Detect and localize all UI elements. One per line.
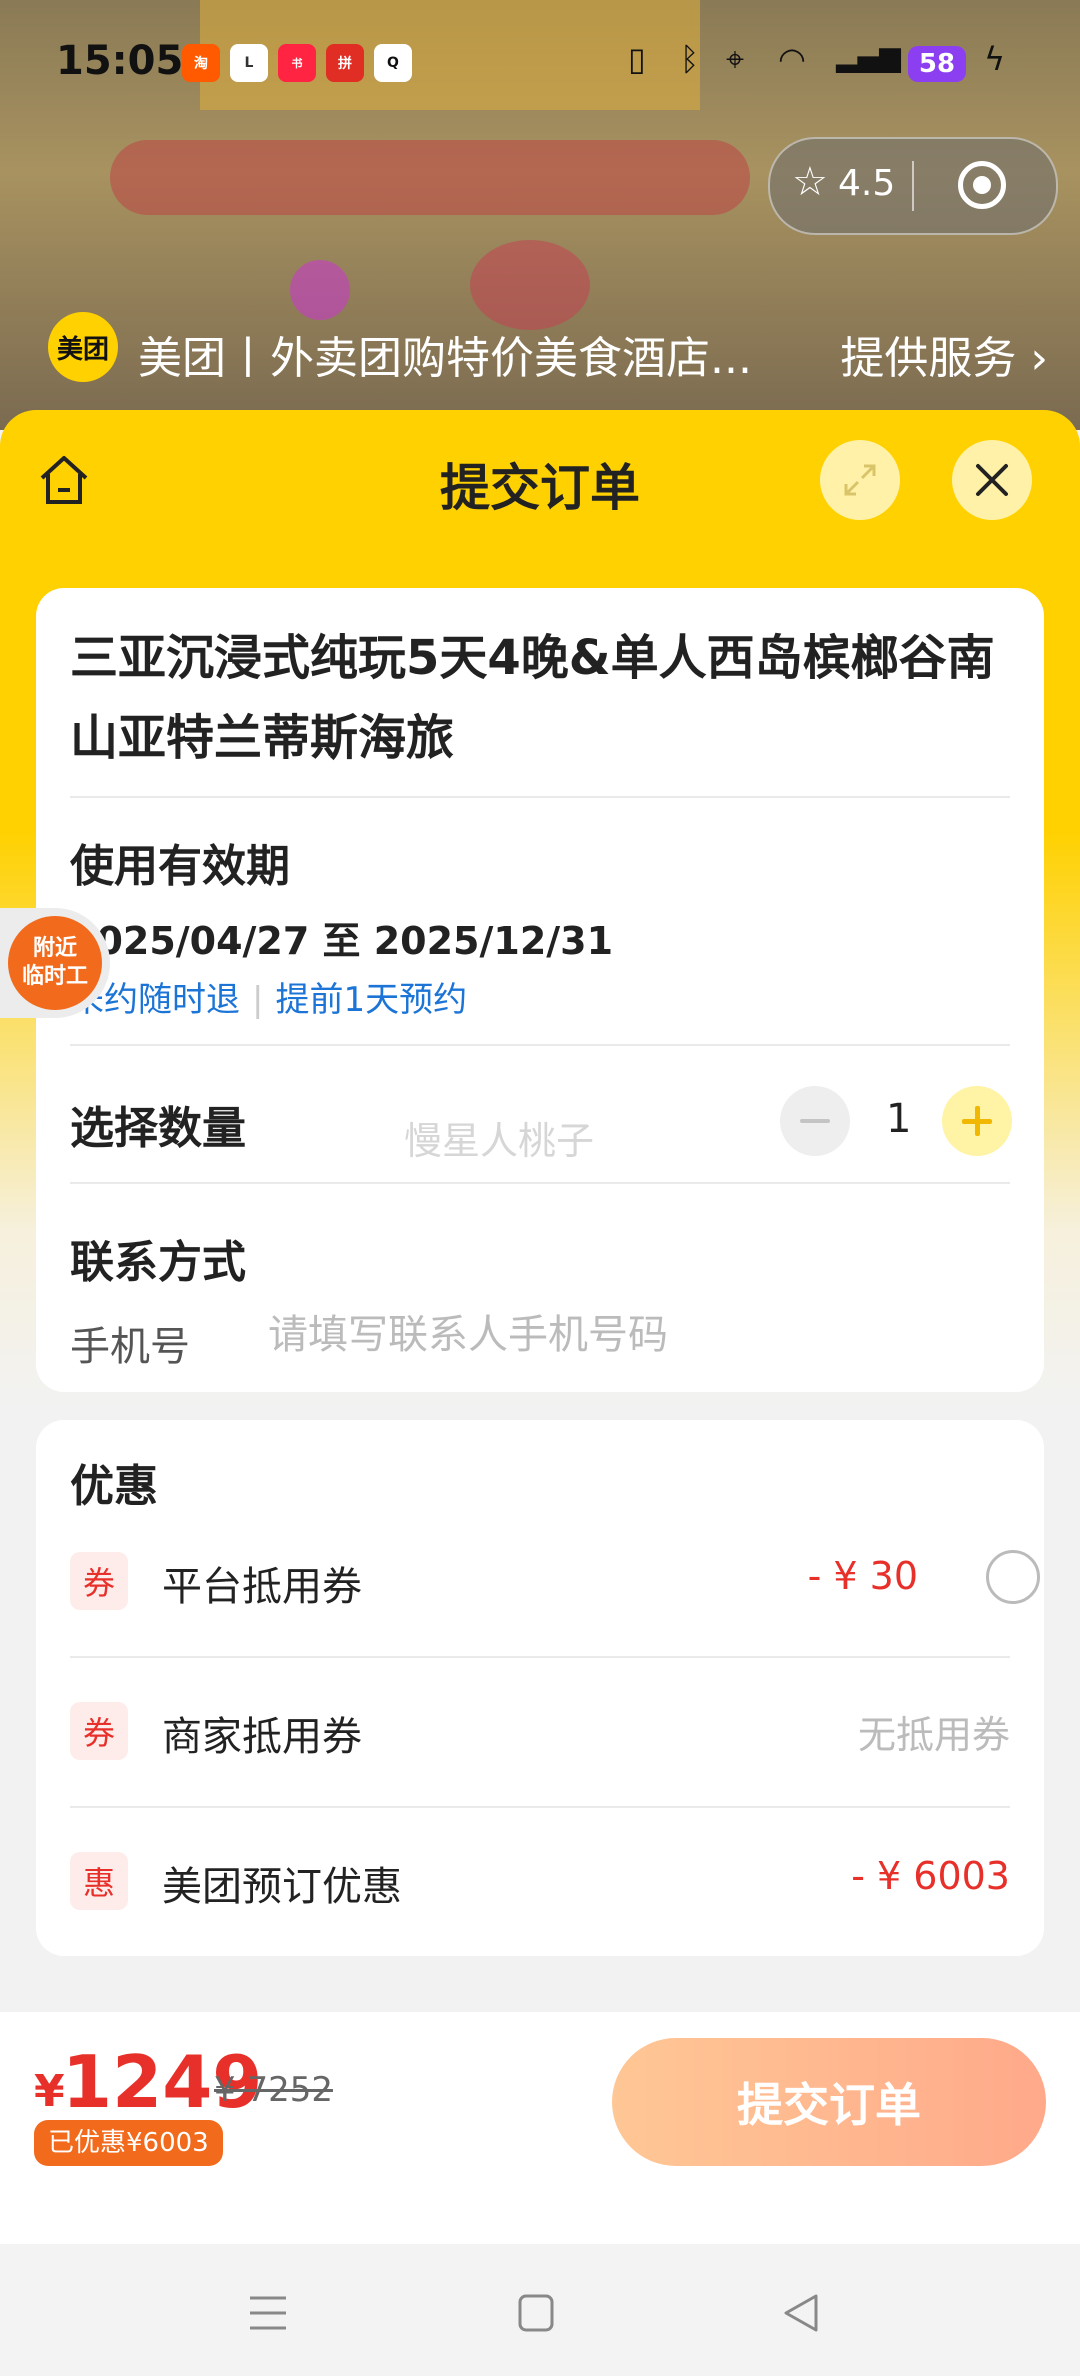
provider-service-link[interactable]: 提供服务 › [840, 322, 1048, 386]
checkout-bar: ¥ 1249 ¥ 7252 已优惠¥6003 提交订单 [0, 2012, 1080, 2244]
merchant-coupon-row[interactable]: 券 商家抵用券 无抵用券 [70, 1682, 1010, 1782]
lofter-icon: L [230, 44, 268, 82]
discount-title: 优惠 [70, 1461, 158, 1512]
bluetooth-icon: ᛒ [680, 40, 700, 78]
close-miniprogram-icon[interactable] [958, 161, 1006, 209]
coupon-value: 无抵用券 [857, 1713, 1010, 1757]
product-title: 三亚沉浸式纯玩5天4晚&单人西岛槟榔谷南山亚特兰蒂斯海旅 [70, 630, 995, 766]
booking-discount-row: 惠 美团预订优惠 - ¥ 6003 [70, 1832, 1010, 1932]
discount-name: 美团预订优惠 [162, 1864, 402, 1910]
close-icon [976, 464, 1008, 496]
phone-label: 手机号 [70, 1324, 190, 1370]
close-button[interactable] [952, 440, 1032, 520]
nearby-jobs-icon: 附近 临时工 [8, 916, 102, 1010]
taobao-icon: 淘 [182, 44, 220, 82]
submit-order-button[interactable]: 提交订单 [612, 2038, 1046, 2166]
page-title: 提交订单 [440, 459, 640, 517]
vibrate-icon: ▯ [628, 40, 646, 78]
contact-label: 联系方式 [70, 1237, 246, 1288]
coupon-value: - ¥ 30 [807, 1554, 918, 1598]
divider [70, 796, 1010, 798]
platform-coupon-row[interactable]: 券 平台抵用券 - ¥ 30 [70, 1532, 1040, 1632]
expand-button[interactable] [820, 440, 900, 520]
capsule-divider [912, 161, 914, 211]
service-provider-row[interactable]: 美团 美团丨外卖团购特价美食酒店... 提供服务 › [48, 308, 1048, 388]
location-icon: ⌖ [726, 40, 745, 78]
menu-icon[interactable] [238, 2288, 298, 2338]
rating-value: 4.5 [838, 163, 896, 204]
meituan-logo: 美团 [48, 312, 118, 382]
coupon-tag: 券 [70, 1552, 128, 1610]
star-icon[interactable]: ☆ [792, 159, 828, 205]
divider [70, 1182, 1010, 1184]
currency-symbol: ¥ [34, 2066, 65, 2117]
battery-icon: 58 [908, 46, 966, 82]
xiaohongshu-icon: 书 [278, 44, 316, 82]
status-bar: 15:05 淘 L 书 拼 Q ▯ ᛒ ⌖ ◠ ▂▄▆ 58 ϟ [0, 0, 1080, 130]
saved-badge: 已优惠¥6003 [34, 2120, 223, 2166]
coupon-tag: 券 [70, 1702, 128, 1760]
discount-tag: 惠 [70, 1852, 128, 1910]
validity-label: 使用有效期 [70, 841, 290, 892]
system-nav-bar [0, 2244, 1080, 2376]
expand-icon [844, 464, 876, 496]
wifi-icon: ◠ [778, 40, 806, 78]
charging-icon: ϟ [984, 40, 1006, 78]
original-price: ¥ 7252 [214, 2070, 333, 2110]
background-decoration [110, 140, 750, 215]
divider [70, 1806, 1010, 1808]
status-time: 15:05 [56, 38, 184, 84]
booking-tag: 提前1天预约 [275, 980, 468, 1020]
coupon-name: 平台抵用券 [162, 1564, 362, 1610]
decrease-quantity-button[interactable] [780, 1086, 850, 1156]
quantity-value: 1 [886, 1096, 912, 1142]
validity-range: 2025/04/27 至 2025/12/31 [70, 919, 614, 963]
coupon-name: 商家抵用券 [162, 1714, 362, 1760]
miniprogram-capsule: ☆ 4.5 [768, 137, 1058, 235]
phone-input[interactable] [266, 1304, 1010, 1366]
back-icon[interactable] [772, 2288, 832, 2338]
qq-icon: Q [374, 44, 412, 82]
divider [70, 1044, 1010, 1046]
provider-name: 美团丨外卖团购特价美食酒店... [138, 333, 752, 384]
order-sheet: 提交订单 三亚沉浸式纯玩5天4晚&单人西岛槟榔谷南山亚特兰蒂斯海旅 使用有效期 … [0, 410, 1080, 2010]
nearby-jobs-badge[interactable]: 附近 临时工 [0, 908, 110, 1018]
coupon-radio[interactable] [986, 1550, 1040, 1604]
product-card: 三亚沉浸式纯玩5天4晚&单人西岛槟榔谷南山亚特兰蒂斯海旅 使用有效期 2025/… [36, 588, 1044, 1392]
refund-tags: 未约随时退 | 提前1天预约 [70, 980, 468, 1020]
signal-icon: ▂▄▆ [836, 40, 901, 73]
pinduoduo-icon: 拼 [326, 44, 364, 82]
increase-quantity-button[interactable] [942, 1086, 1012, 1156]
divider [70, 1656, 1010, 1658]
home-nav-icon[interactable] [506, 2288, 566, 2338]
quantity-label: 选择数量 [70, 1103, 246, 1154]
discount-value: - ¥ 6003 [851, 1854, 1010, 1898]
watermark-text: 慢星人桃子 [404, 1119, 595, 1163]
discount-card: 优惠 券 平台抵用券 - ¥ 30 券 商家抵用券 无抵用券 惠 美团预订优惠 … [36, 1420, 1044, 1956]
